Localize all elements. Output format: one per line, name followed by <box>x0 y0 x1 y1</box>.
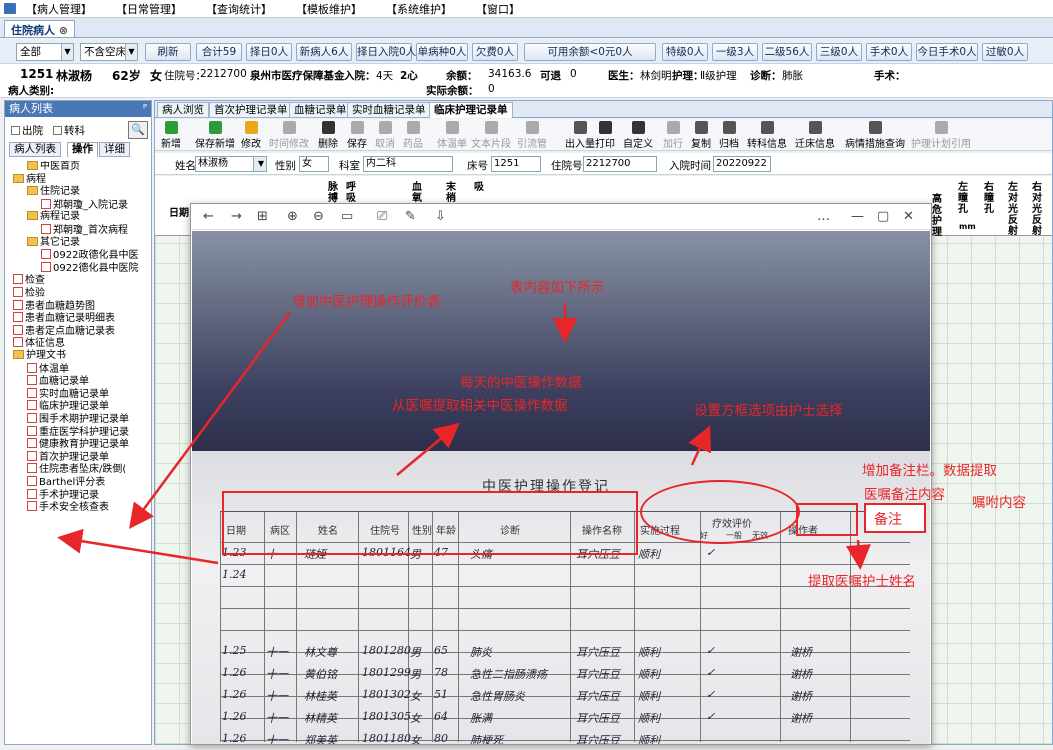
highlight-box-operator <box>796 503 858 536</box>
annotation-content: 表内容如下所示 <box>510 280 605 296</box>
annotation-extract: 从医嘱提取相关中医操作数据 <box>392 398 568 414</box>
arrow-to-checkbox <box>688 425 712 466</box>
annotation-checkbox: 设置方框选项由护士选择 <box>694 403 843 419</box>
arrow-to-nurse <box>845 539 871 570</box>
remark-text: 备注 <box>874 512 902 528</box>
highlight-box-data <box>222 491 638 555</box>
annotation-remark-2: 医嘱备注内容 <box>864 487 945 503</box>
annotation-instruction: 嘱咐内容 <box>972 495 1026 511</box>
annotation-nurse-name: 提取医嘱护士姓名 <box>808 574 916 590</box>
annotation-daily: 每天的中医操作数据 <box>460 375 582 391</box>
highlight-oval-eval <box>640 480 800 544</box>
arrow-to-tree-2 <box>57 528 219 565</box>
arrow-to-data <box>396 422 460 476</box>
remark-box: 备注 <box>864 503 926 533</box>
annotation-add-eval: 增加中医护理操作评价表 <box>292 294 441 310</box>
annotation-remark: 增加备注栏。数据提取 <box>862 463 997 479</box>
